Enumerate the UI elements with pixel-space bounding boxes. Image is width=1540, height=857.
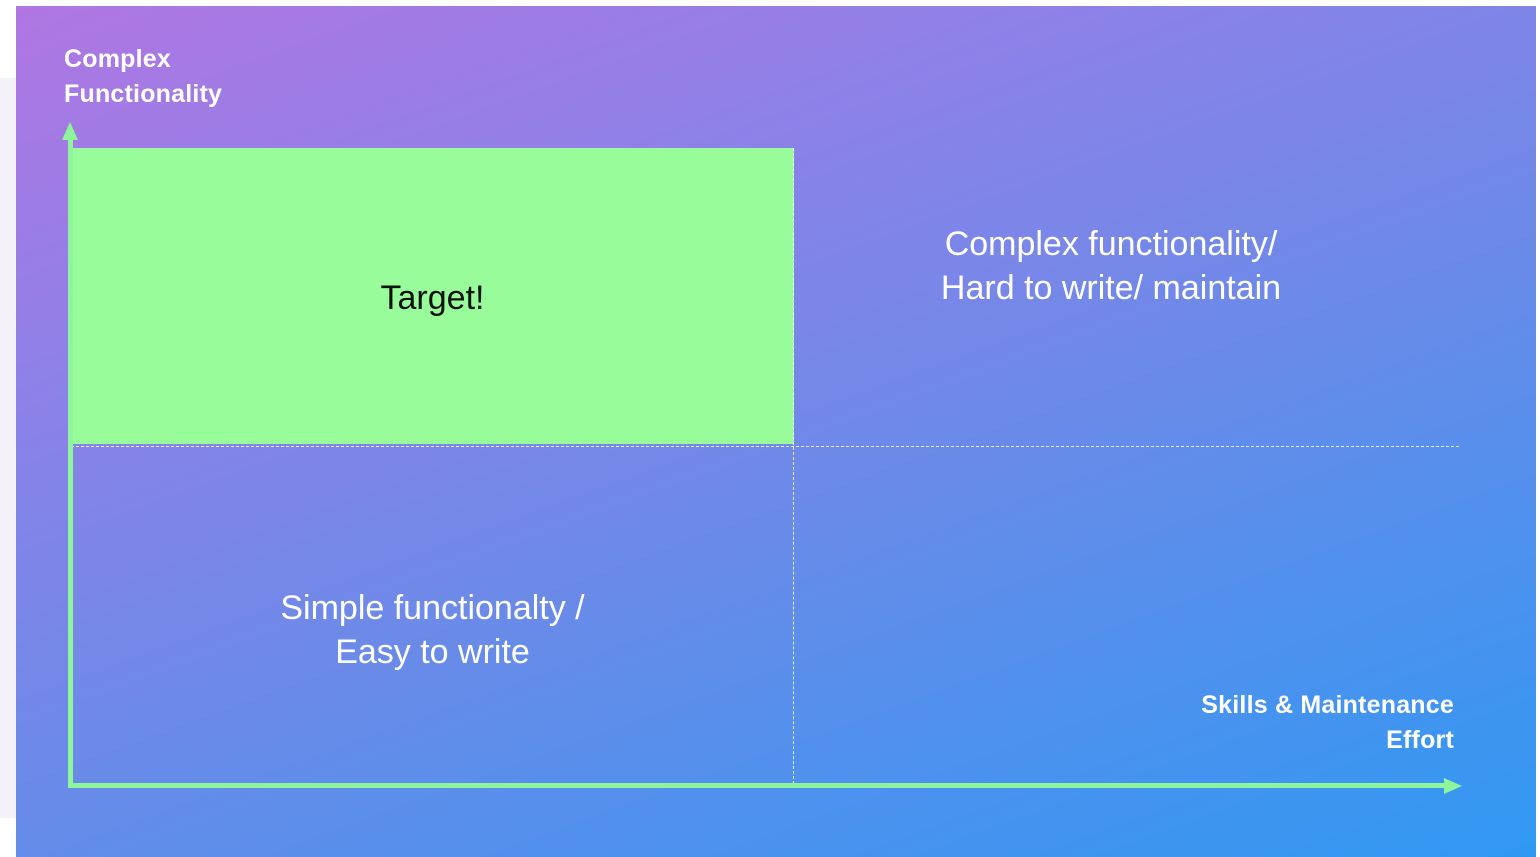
left-edge-strip <box>0 78 16 818</box>
horizontal-divider <box>71 446 1459 447</box>
x-axis-arrow-icon <box>1444 778 1462 794</box>
slide-stage: Complex Functionality Skills & Maintenan… <box>0 0 1540 857</box>
x-axis-label: Skills & Maintenance Effort <box>1116 688 1454 758</box>
bottom-left-quadrant-label: Simple functionalty / Easy to write <box>166 586 699 674</box>
top-right-label-line2: Hard to write/ maintain <box>940 269 1282 307</box>
x-axis-label-line1: Skills & Maintenance <box>1201 691 1454 719</box>
y-axis-line <box>68 130 73 787</box>
bottom-left-label-line1: Simple functionalty / <box>280 589 585 627</box>
y-axis-label: Complex Functionality <box>64 42 222 112</box>
target-label: Target! <box>380 279 485 317</box>
vertical-divider <box>793 148 794 784</box>
quadrant-diagram-slide: Complex Functionality Skills & Maintenan… <box>16 6 1536 857</box>
y-axis-label-line1: Complex <box>64 45 171 73</box>
y-axis-label-line2: Functionality <box>64 80 223 108</box>
bottom-left-label-line2: Easy to write <box>335 633 530 671</box>
x-axis-line <box>68 783 1448 788</box>
top-right-quadrant-label: Complex functionality/ Hard to write/ ma… <box>836 222 1386 310</box>
x-axis-label-line2: Effort <box>1386 726 1454 754</box>
top-right-label-line1: Complex functionality/ <box>944 225 1278 263</box>
y-axis-arrow-icon <box>62 122 78 140</box>
